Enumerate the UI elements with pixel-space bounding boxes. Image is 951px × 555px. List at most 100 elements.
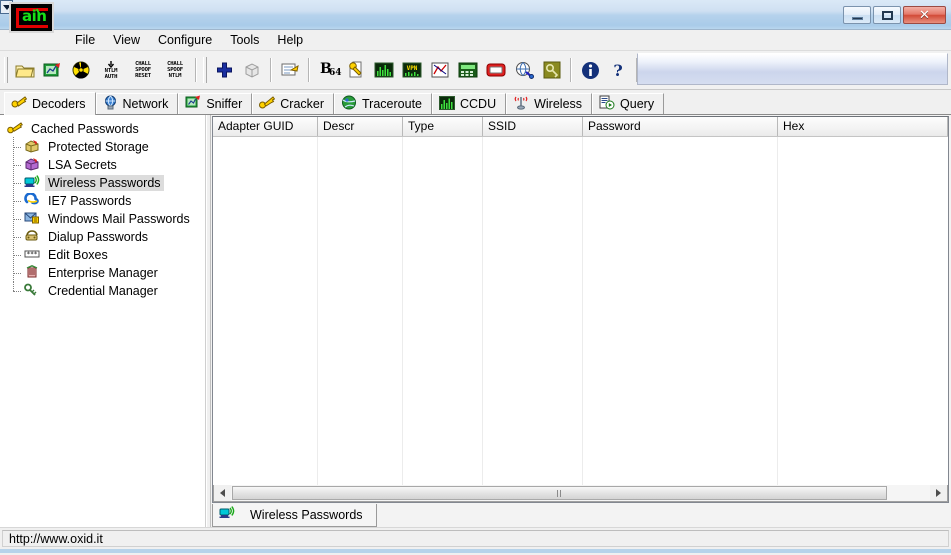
sidebar-item-wireless-passwords[interactable]: Wireless Passwords xyxy=(4,173,205,192)
bottom-tab-wireless-passwords[interactable]: Wireless Passwords xyxy=(212,504,377,527)
menu-view[interactable]: View xyxy=(104,31,149,49)
listview-bottom-tabs: Wireless Passwords xyxy=(212,503,949,527)
toolbar-grip-2[interactable] xyxy=(203,57,207,83)
column-header-descr[interactable]: Descr xyxy=(318,117,403,136)
ntlm-auth-icon[interactable]: NTLM AUTH xyxy=(96,57,126,83)
scan-icon[interactable] xyxy=(277,57,303,83)
sidebar-item-lsa-secrets[interactable]: LSA Secrets xyxy=(4,155,205,174)
sidebar-item-ie7-passwords-label: IE7 Passwords xyxy=(48,194,132,208)
toolbar: NTLM AUTH CHALL SPOOF RESET CHALL SPOOF NTLM xyxy=(0,51,951,90)
help-question-label: ? xyxy=(613,60,623,80)
base64-64-label: 64 xyxy=(329,68,342,78)
base64-icon[interactable]: B 64 xyxy=(315,57,342,83)
ntlm-auth-label: NTLM AUTH xyxy=(104,67,118,80)
monitor-icon[interactable] xyxy=(483,57,509,83)
toolbar-separator-2 xyxy=(270,58,272,82)
cube-icon[interactable] xyxy=(239,57,265,83)
sidebar-item-dialup-passwords[interactable]: Dialup Passwords xyxy=(4,227,205,246)
column-header-hex[interactable]: Hex xyxy=(778,117,948,136)
tab-sniffer[interactable]: Sniffer xyxy=(178,93,253,114)
vpn-icon[interactable]: VPN xyxy=(399,57,425,83)
close-button[interactable]: ✕ xyxy=(903,6,946,24)
key-icon xyxy=(259,95,276,113)
toolbar-grip[interactable] xyxy=(4,57,8,83)
sidebar-item-lsa-secrets-label: LSA Secrets xyxy=(48,158,117,172)
listview-rows-empty[interactable] xyxy=(213,137,948,485)
scrollbar-thumb[interactable] xyxy=(232,486,887,500)
key-document-icon[interactable] xyxy=(343,57,369,83)
list-pane: Adapter GUID Descr Type SSID Password He… xyxy=(211,115,951,527)
sidebar-item-credential-manager[interactable]: Credential Manager xyxy=(4,281,205,300)
column-gridline xyxy=(777,137,778,485)
tab-wireless-label: Wireless xyxy=(534,97,583,111)
scroll-left-arrow-icon[interactable] xyxy=(214,485,231,501)
maximize-button[interactable] xyxy=(873,6,901,24)
column-gridline xyxy=(317,137,318,485)
sidebar-item-edit-boxes[interactable]: *** Edit Boxes xyxy=(4,245,205,264)
column-gridline xyxy=(402,137,403,485)
sidebar-item-protected-storage[interactable]: Protected Storage xyxy=(4,137,205,156)
app-logo-icon: ain xyxy=(9,2,54,33)
rsa-chart-icon[interactable] xyxy=(427,57,453,83)
menu-tools[interactable]: Tools xyxy=(221,31,268,49)
close-icon: ✕ xyxy=(919,7,930,23)
menu-help[interactable]: Help xyxy=(268,31,312,49)
column-header-password[interactable]: Password xyxy=(583,117,778,136)
query-play-icon xyxy=(599,95,615,113)
sidebar-item-ie7-passwords[interactable]: IE7 Passwords xyxy=(4,191,205,210)
scroll-right-arrow-icon[interactable] xyxy=(930,485,947,501)
lsa-secrets-icon xyxy=(24,157,40,174)
column-gridline xyxy=(582,137,583,485)
spectrum-analyzer-icon[interactable] xyxy=(371,57,397,83)
tab-network[interactable]: Network xyxy=(95,93,179,114)
tab-network-label: Network xyxy=(122,97,169,111)
tab-query[interactable]: Query xyxy=(592,93,665,114)
status-bar: http://www.oxid.it xyxy=(0,527,951,549)
menu-file[interactable]: File xyxy=(66,31,104,49)
cached-passwords-icon xyxy=(7,121,23,138)
status-url-text: http://www.oxid.it xyxy=(2,530,949,547)
tab-wireless[interactable]: Wireless xyxy=(506,93,593,114)
column-header-adapter-guid[interactable]: Adapter GUID xyxy=(213,117,318,136)
traceroute-globe-icon xyxy=(341,95,357,113)
content-area: Cached Passwords Protected Storage LSA S… xyxy=(0,115,951,527)
sidebar-root-cached-passwords[interactable]: Cached Passwords xyxy=(4,120,205,138)
globe-icon xyxy=(103,95,118,113)
key-circle-icon[interactable] xyxy=(539,57,565,83)
window-controls: ✕ xyxy=(841,6,946,24)
wireless-monitor-icon xyxy=(24,174,40,192)
add-plus-icon[interactable] xyxy=(211,57,237,83)
minimize-button[interactable] xyxy=(843,6,871,24)
sidebar-item-enterprise-manager-label: Enterprise Manager xyxy=(48,266,158,280)
network-graph-icon[interactable] xyxy=(40,57,66,83)
column-header-type[interactable]: Type xyxy=(403,117,483,136)
sniffer-card-icon xyxy=(185,95,201,113)
tab-cracker[interactable]: Cracker xyxy=(252,93,335,114)
radiation-hazard-icon[interactable] xyxy=(68,57,94,83)
tab-sniffer-label: Sniffer xyxy=(206,97,243,111)
menu-configure[interactable]: Configure xyxy=(149,31,221,49)
help-question-icon[interactable]: ? xyxy=(605,57,631,83)
sidebar-item-wireless-passwords-label: Wireless Passwords xyxy=(45,175,164,191)
edit-box-icon: *** xyxy=(24,247,40,264)
sidebar-item-windows-mail[interactable]: Windows Mail Passwords xyxy=(4,209,205,228)
dialup-phone-icon xyxy=(24,229,40,246)
wireless-passwords-listview[interactable]: Adapter GUID Descr Type SSID Password He… xyxy=(212,116,949,503)
tab-decoders[interactable]: Decoders xyxy=(4,92,96,115)
globe-key-icon[interactable] xyxy=(511,57,537,83)
chall-spoof-reset-icon[interactable]: CHALL SPOOF RESET xyxy=(128,57,158,83)
tab-ccdu[interactable]: CCDU xyxy=(432,93,507,114)
window-bottom-border xyxy=(0,549,951,553)
scrollbar-track[interactable] xyxy=(231,485,930,501)
sidebar-item-enterprise-manager[interactable]: Enterprise Manager xyxy=(4,263,205,282)
horizontal-scrollbar[interactable] xyxy=(213,485,948,502)
enterprise-manager-icon xyxy=(24,264,40,282)
tab-traceroute[interactable]: Traceroute xyxy=(334,93,432,114)
open-folder-icon[interactable] xyxy=(12,57,38,83)
chall-spoof-ntlm-icon[interactable]: CHALL SPOOF NTLM xyxy=(160,57,190,83)
calculator-icon[interactable] xyxy=(455,57,481,83)
column-gridline xyxy=(482,137,483,485)
column-header-ssid[interactable]: SSID xyxy=(483,117,583,136)
about-info-icon[interactable] xyxy=(577,57,603,83)
svg-text:***: *** xyxy=(27,251,38,258)
